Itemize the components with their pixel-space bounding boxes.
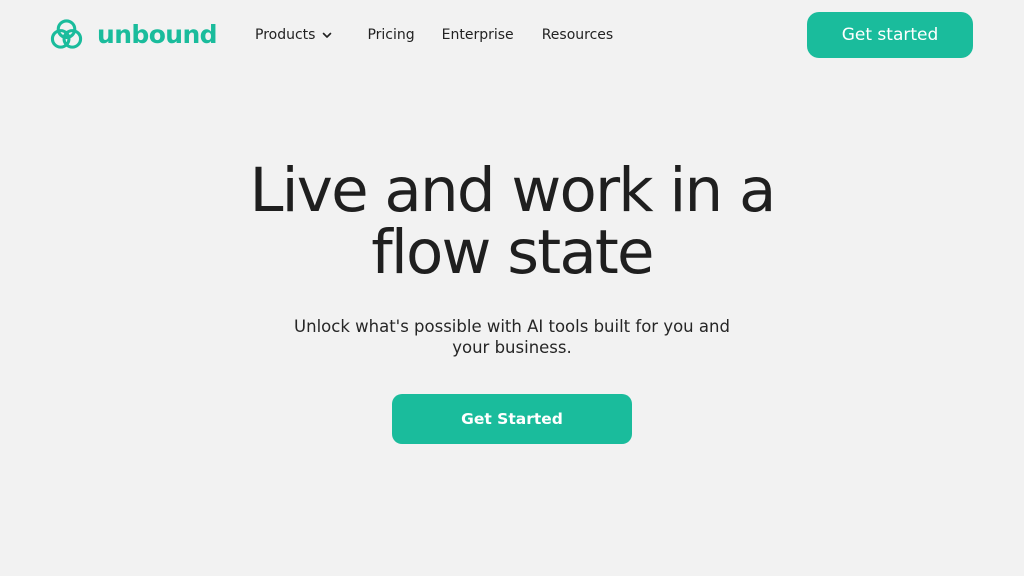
brand-logo[interactable]: unbound [50,17,218,51]
nav-pricing[interactable]: Pricing [367,27,414,43]
hero: Live and work in a flow state Unlock wha… [0,160,1024,358]
get-started-hero-button[interactable]: Get Started [392,394,632,444]
chevron-down-icon [323,32,332,38]
hero-title: Live and work in a flow state [249,155,776,288]
nav-products[interactable]: Products [255,27,333,43]
nav-enterprise[interactable]: Enterprise [442,27,514,43]
brand-name: unbound [97,19,218,49]
hero-subtitle: Unlock what's possible with AI tools bui… [294,317,730,357]
nav-products-label: Products [255,27,316,43]
three-loop-knot-icon [50,18,83,49]
get-started-header-button[interactable]: Get started [807,12,973,58]
nav-resources[interactable]: Resources [542,27,614,43]
main-nav: Products Pricing Enterprise Resources [255,24,613,46]
site-header: unbound Products Pricing Enterprise Reso… [0,0,1024,70]
